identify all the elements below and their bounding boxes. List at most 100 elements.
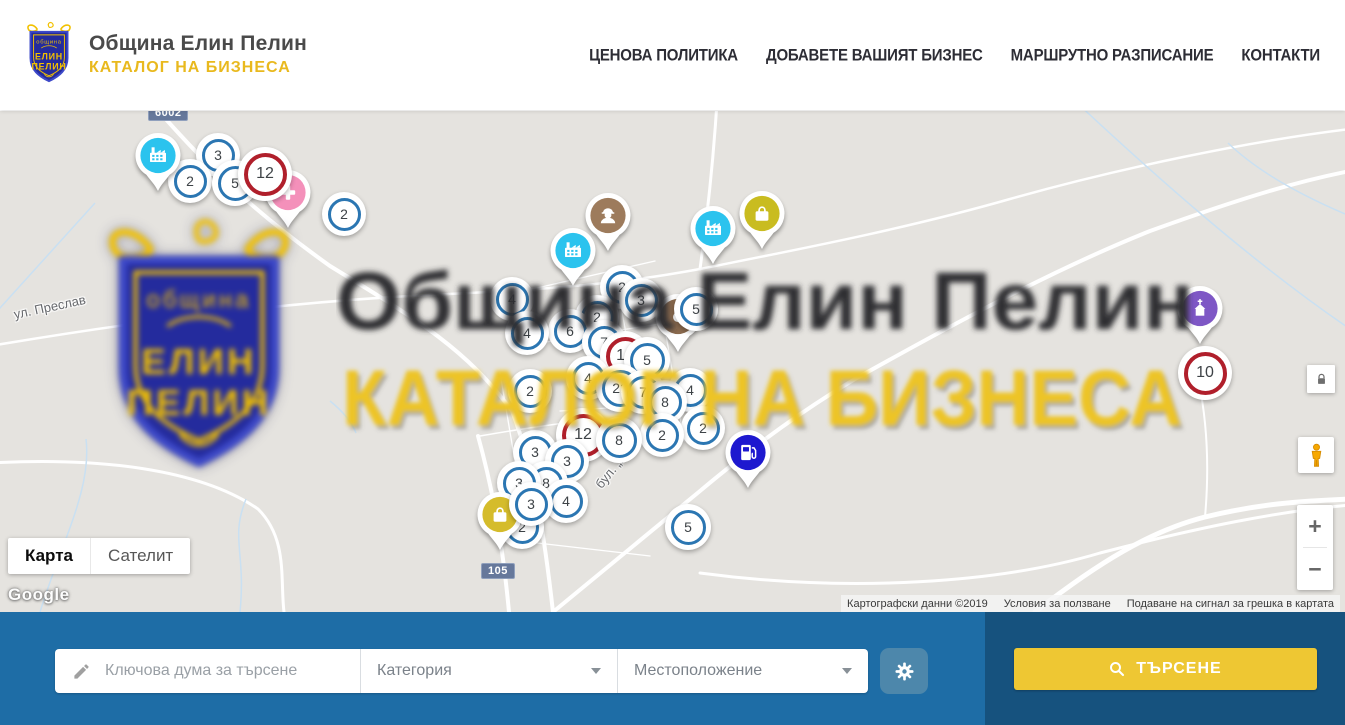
cluster-marker[interactable]: 2 — [681, 406, 725, 450]
cluster-count: 4 — [562, 493, 570, 509]
cluster-count: 3 — [531, 444, 539, 460]
cluster-ring: 4 — [550, 485, 583, 518]
report-map-error-link[interactable]: Подаване на сигнал за грешка в картата — [1127, 598, 1334, 610]
search-panel: Категория Местоположение — [0, 612, 1345, 725]
cluster-count: 3 — [637, 292, 645, 308]
cluster-marker[interactable]: 2 — [640, 413, 684, 457]
zoom-in-button[interactable]: + — [1297, 505, 1333, 547]
main-nav: ЦЕНОВА ПОЛИТИКА ДОБАВЕТЕ ВАШИЯТ БИЗНЕС М… — [589, 0, 1320, 110]
fuel-pin-icon — [724, 428, 772, 490]
cluster-ring: 2 — [687, 412, 720, 445]
pegman-icon — [1303, 442, 1330, 469]
search-submit-panel: ТЪРСЕНЕ — [985, 612, 1345, 725]
cluster-ring: 5 — [671, 510, 706, 545]
lock-icon — [1314, 372, 1329, 387]
search-icon — [1108, 660, 1126, 678]
cluster-count: 2 — [526, 383, 534, 399]
cluster-count: 6 — [566, 323, 574, 339]
cluster-ring: 12 — [244, 153, 287, 196]
cluster-ring: 10 — [1184, 352, 1227, 395]
site-title: Община Елин Пелин — [89, 32, 307, 56]
pencil-icon — [72, 662, 91, 681]
category-select[interactable]: Категория — [360, 649, 617, 693]
cluster-marker[interactable]: 4 — [505, 311, 549, 355]
cluster-ring: 3 — [515, 488, 548, 521]
search-button-label: ТЪРСЕНЕ — [1136, 660, 1221, 678]
terms-of-use-link[interactable]: Условия за ползване — [1004, 598, 1111, 610]
attribution-copyright: Картографски данни ©2019 — [847, 598, 988, 610]
cluster-count: 8 — [661, 394, 669, 410]
cluster-count: 5 — [692, 301, 700, 317]
search-bar: Категория Местоположение — [55, 649, 868, 693]
gear-icon — [893, 660, 916, 683]
bag-pin-icon — [738, 189, 786, 251]
cluster-count: 4 — [686, 382, 694, 398]
cluster-ring: 8 — [602, 423, 637, 458]
cluster-marker[interactable]: 3 — [509, 482, 553, 526]
keyword-section — [55, 649, 360, 693]
search-button[interactable]: ТЪРСЕНЕ — [1014, 648, 1317, 690]
cluster-marker[interactable]: 12 — [238, 147, 292, 201]
cluster-count: 5 — [684, 519, 692, 535]
zoom-out-button[interactable]: − — [1297, 548, 1333, 590]
category-label: Категория — [377, 662, 452, 680]
cluster-count: 2 — [340, 206, 348, 222]
cluster-count: 4 — [523, 325, 531, 341]
zoom-control: + − — [1297, 505, 1333, 590]
site-subtitle: КАТАЛОГ НА БИЗНЕСА — [89, 59, 307, 77]
cluster-count: 10 — [1196, 364, 1214, 382]
nav-contacts[interactable]: КОНТАКТИ — [1241, 46, 1320, 64]
keyword-input[interactable] — [103, 661, 352, 681]
cluster-ring: 2 — [328, 198, 361, 231]
cluster-count: 2 — [658, 427, 666, 443]
cluster-ring: 2 — [514, 375, 547, 408]
factory-pin[interactable] — [549, 226, 597, 288]
church-pin[interactable] — [1176, 284, 1224, 346]
header: община ЕЛИН ПЕЛИН Община Елин Пелин КАТА… — [0, 0, 1345, 110]
location-label: Местоположение — [634, 662, 762, 680]
factory-pin-icon — [549, 226, 597, 288]
chevron-down-icon — [591, 668, 601, 674]
factory-pin[interactable] — [689, 204, 737, 266]
map-type-map-button[interactable]: Карта — [8, 538, 90, 574]
cluster-count: 3 — [563, 453, 571, 469]
fuel-pin[interactable] — [724, 428, 772, 490]
location-select[interactable]: Местоположение — [617, 649, 868, 693]
cluster-ring: 5 — [680, 293, 713, 326]
emblem-name-line2: ПЕЛИН — [31, 62, 66, 72]
cluster-count: 12 — [256, 165, 274, 183]
map[interactable]: 6002105ул. Преславбул. „Новосел 32512224… — [0, 111, 1345, 612]
cluster-count: 2 — [699, 420, 707, 436]
cluster-count: 5 — [643, 352, 651, 368]
cluster-ring: 3 — [625, 284, 658, 317]
cluster-ring: 2 — [646, 419, 679, 452]
cluster-count: 3 — [214, 147, 222, 163]
street-view-lock-button[interactable] — [1307, 365, 1335, 393]
cluster-marker[interactable]: 8 — [596, 417, 642, 463]
nav-pricing-policy[interactable]: ЦЕНОВА ПОЛИТИКА — [589, 46, 738, 64]
cluster-ring: 4 — [511, 317, 544, 350]
cluster-marker[interactable]: 5 — [674, 287, 718, 331]
emblem-top-text: община — [36, 39, 62, 45]
cluster-count: 8 — [615, 432, 623, 448]
nav-route-schedule[interactable]: МАРШРУТНО РАЗПИСАНИЕ — [1011, 46, 1214, 64]
page: община ЕЛИН ПЕЛИН Община Елин Пелин КАТА… — [0, 0, 1345, 725]
cluster-marker[interactable]: 2 — [508, 369, 552, 413]
municipal-emblem-icon: община ЕЛИН ПЕЛИН — [22, 20, 76, 88]
advanced-search-button[interactable] — [880, 648, 928, 694]
cluster-marker[interactable]: 10 — [1178, 346, 1232, 400]
map-type-satellite-button[interactable]: Сателит — [90, 538, 190, 574]
factory-pin[interactable] — [134, 131, 182, 193]
marker-layer: 325122243526471354221748221283383243510 — [0, 111, 1345, 612]
chevron-down-icon — [842, 668, 852, 674]
factory-pin-icon — [134, 131, 182, 193]
cluster-marker[interactable]: 2 — [322, 192, 366, 236]
nav-add-business[interactable]: ДОБАВЕТЕ ВАШИЯТ БИЗНЕС — [766, 46, 983, 64]
cluster-count: 2 — [186, 173, 194, 189]
church-pin-icon — [1176, 284, 1224, 346]
google-logo[interactable]: Google — [8, 585, 70, 605]
bag-pin[interactable] — [738, 189, 786, 251]
pegman-button[interactable] — [1298, 437, 1334, 473]
site-logo[interactable]: община ЕЛИН ПЕЛИН Община Елин Пелин КАТА… — [22, 20, 307, 88]
cluster-marker[interactable]: 5 — [665, 504, 711, 550]
